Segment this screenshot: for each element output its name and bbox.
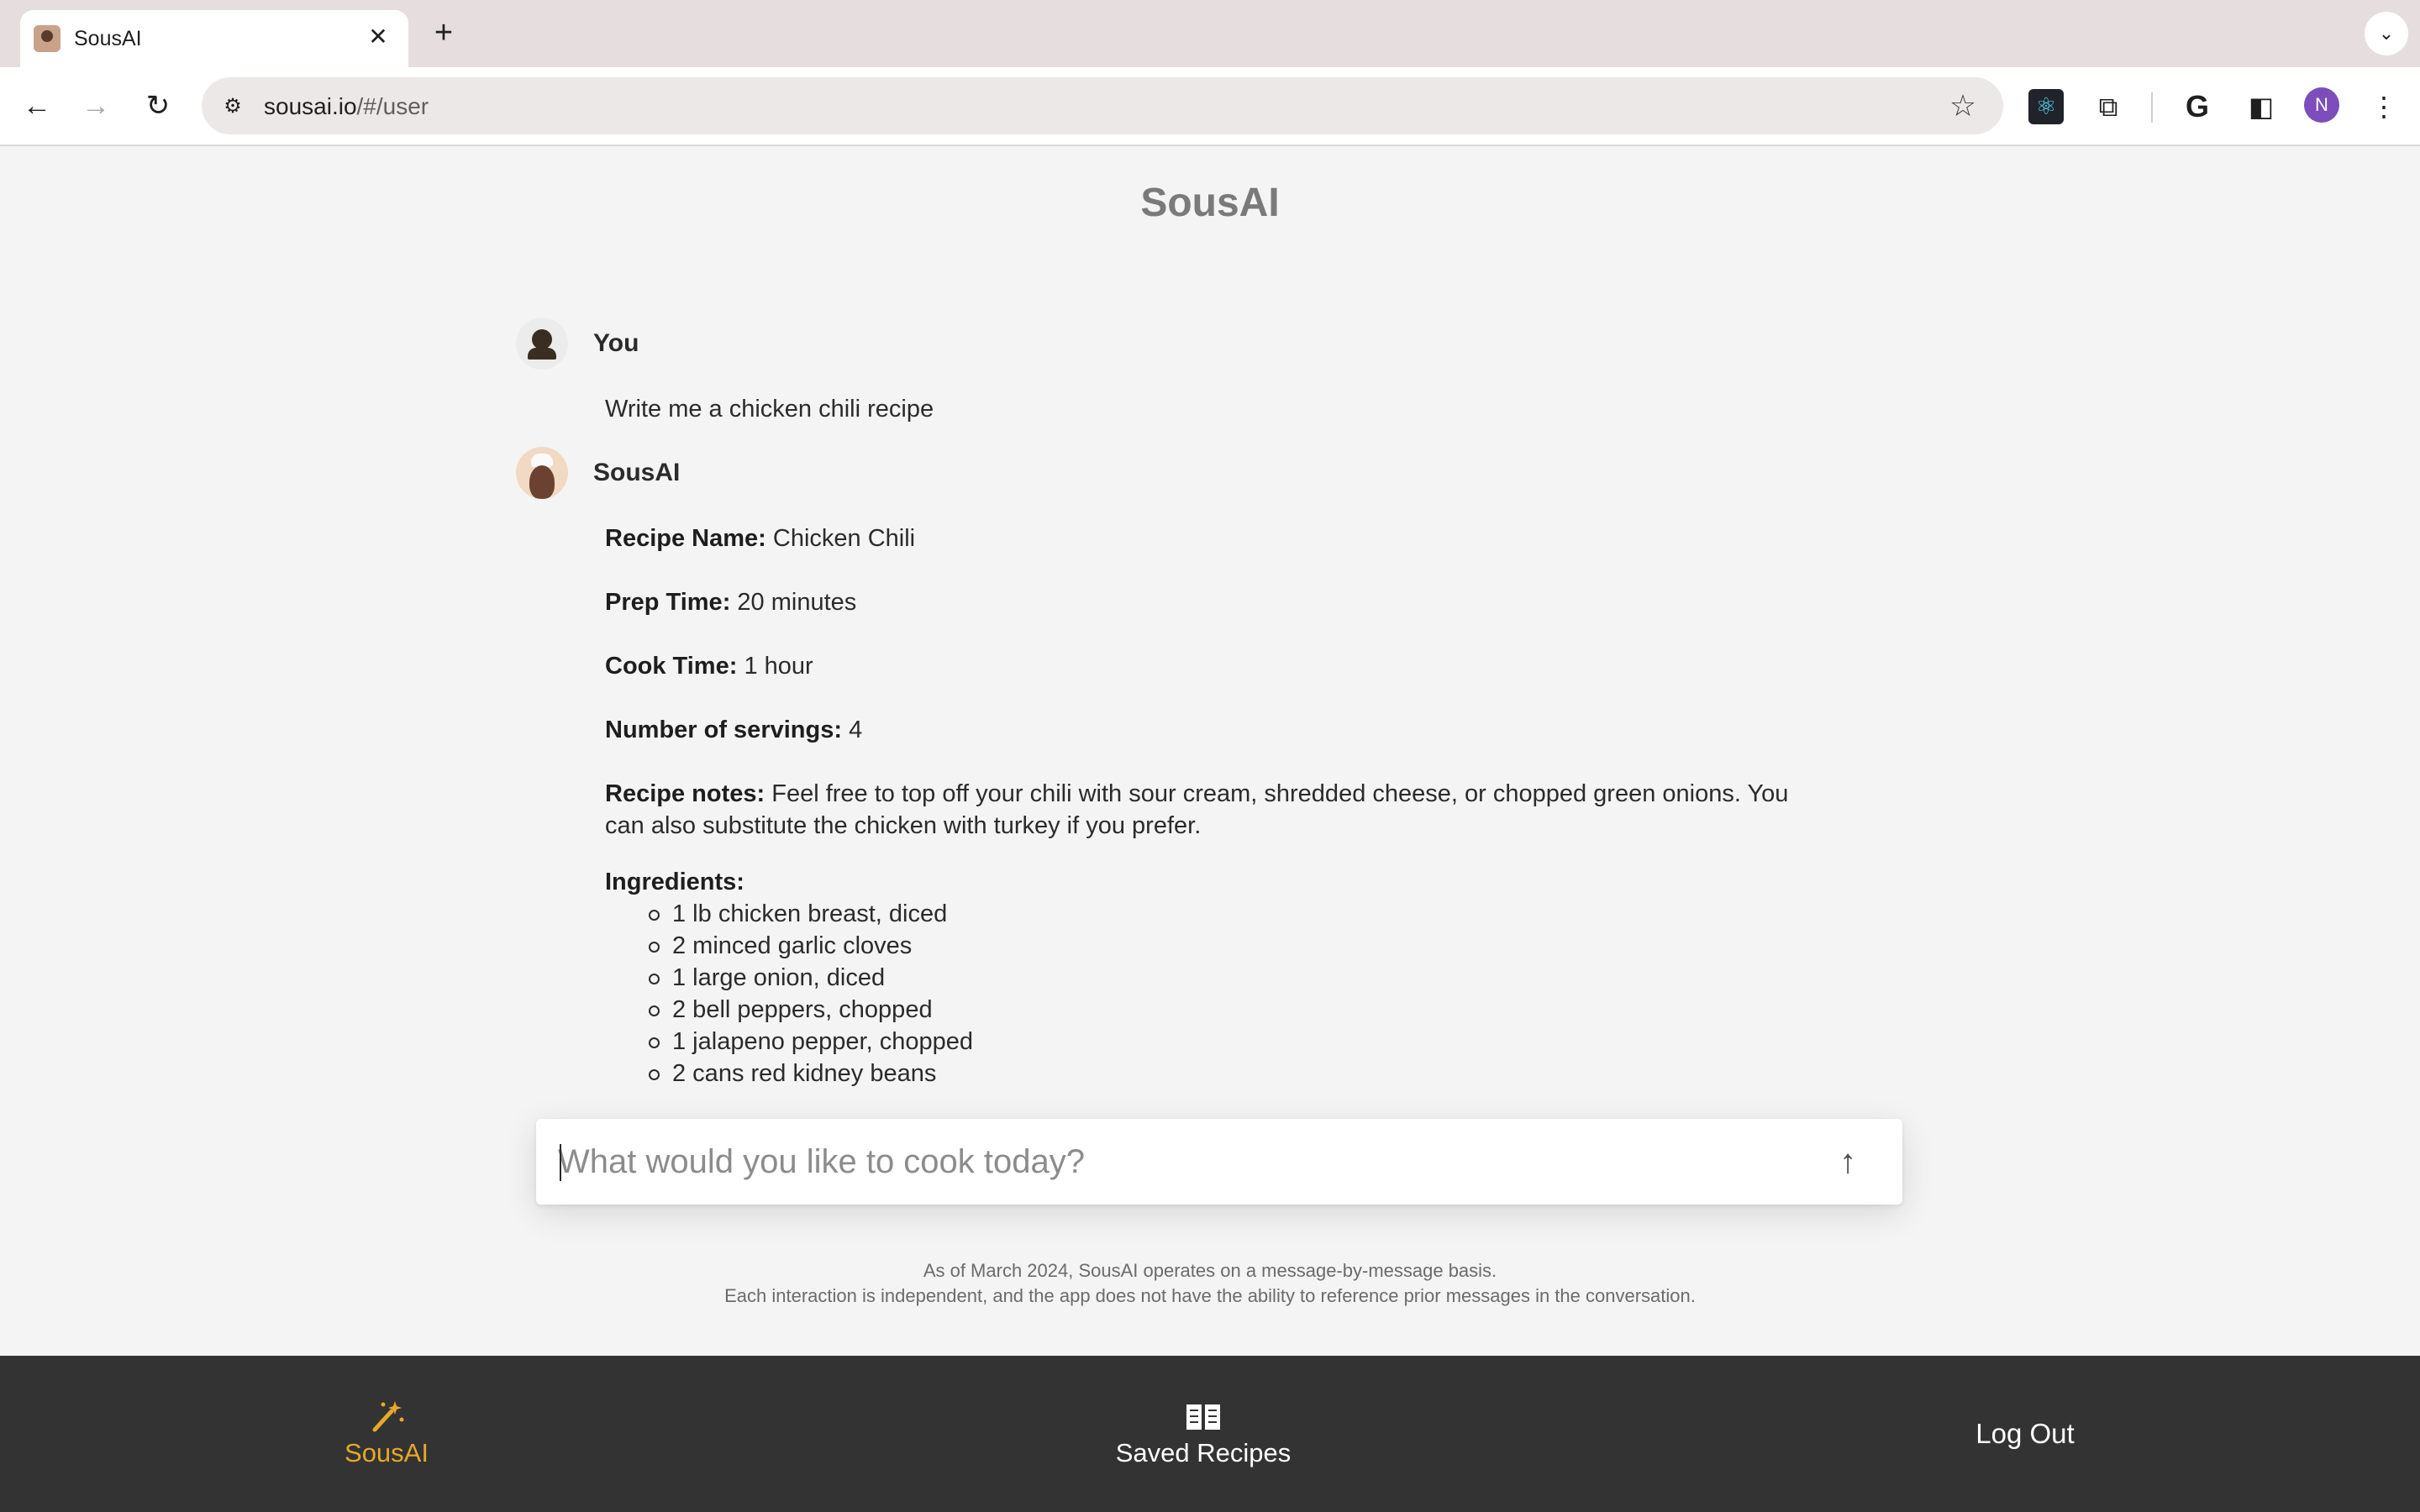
disclaimer-line-2: Each interaction is independent, and the… — [724, 1285, 1696, 1306]
ingredients-heading: Ingredients: — [605, 866, 744, 898]
book-icon — [1186, 1404, 1220, 1430]
servings-line: Number of servings: 4 — [605, 714, 862, 746]
disclaimer: As of March 2024, SousAI operates on a m… — [0, 1258, 2420, 1309]
recipe-notes-label: Recipe notes: — [605, 780, 765, 807]
cook-time-value: 1 hour — [744, 653, 813, 680]
prep-time-value: 20 minutes — [737, 589, 857, 616]
recipe-name-value: Chicken Chili — [772, 525, 916, 552]
address-bar[interactable]: ⚙ sousai.io/#/user ☆ — [202, 77, 2003, 134]
side-panel-icon[interactable]: ◧ — [2244, 89, 2279, 124]
toolbar-divider — [2151, 92, 2153, 123]
cook-time-label: Cook Time: — [605, 653, 738, 680]
favicon-icon — [34, 25, 60, 52]
browser-toolbar: ← → ↻ ⚙ sousai.io/#/user ☆ ⚛ ⧉ G ◧ ⋮ — [0, 67, 2420, 146]
close-tab-icon[interactable]: ✕ — [363, 22, 393, 52]
bookmark-star-icon[interactable]: ☆ — [1946, 89, 1980, 123]
site-info-icon[interactable]: ⚙ — [218, 92, 247, 121]
send-arrow-icon[interactable]: ↑ — [1827, 1141, 1869, 1183]
tab-title: SousAI — [74, 27, 142, 50]
browser-tab-bar: SousAI ✕ + ⌄ — [0, 0, 2420, 67]
assistant-sender-name: SousAI — [593, 459, 681, 486]
browser-tab[interactable]: SousAI ✕ — [20, 10, 408, 67]
more-menu-icon[interactable]: ⋮ — [2366, 89, 2402, 124]
recipe-notes-value: Feel free to top off your chili with sou… — [605, 780, 1789, 839]
disclaimer-line-1: As of March 2024, SousAI operates on a m… — [923, 1260, 1497, 1281]
servings-value: 4 — [849, 717, 863, 743]
forward-icon[interactable]: → — [76, 86, 116, 126]
recipe-name-line: Recipe Name: Chicken Chili — [605, 522, 915, 554]
ingredients-list: 1 lb chicken breast, diced 2 minced garl… — [649, 898, 973, 1089]
list-item: 2 minced garlic cloves — [649, 930, 973, 962]
magic-wand-icon — [372, 1401, 404, 1432]
text-caret — [560, 1144, 561, 1181]
list-item: 2 cans red kidney beans — [649, 1058, 973, 1089]
user-avatar — [516, 318, 568, 370]
prompt-input[interactable] — [558, 1136, 1776, 1188]
nav-item-saved-recipes[interactable]: Saved Recipes — [1069, 1396, 1338, 1468]
user-sender-name: You — [593, 329, 639, 357]
prep-time-line: Prep Time: 20 minutes — [605, 586, 856, 618]
page-title: SousAI — [1140, 181, 1280, 225]
new-tab-icon[interactable]: + — [427, 17, 460, 50]
nav-label-saved-recipes: Saved Recipes — [1115, 1438, 1292, 1467]
list-item: 2 bell peppers, chopped — [649, 994, 973, 1026]
logout-button[interactable]: Log Out — [1891, 1418, 2160, 1450]
google-icon[interactable]: G — [2180, 89, 2215, 124]
recipe-name-label: Recipe Name: — [605, 525, 766, 552]
cook-time-line: Cook Time: 1 hour — [605, 650, 813, 682]
back-icon[interactable]: ← — [17, 86, 57, 126]
react-devtools-icon[interactable]: ⚛ — [2028, 89, 2064, 124]
url-text[interactable]: sousai.io/#/user — [264, 93, 429, 120]
composer: ↑ — [536, 1119, 1902, 1205]
sousai-avatar — [516, 447, 568, 499]
list-item: 1 lb chicken breast, diced — [649, 898, 973, 930]
list-item: 1 jalapeno pepper, chopped — [649, 1026, 973, 1058]
tab-search-icon[interactable]: ⌄ — [2365, 12, 2408, 55]
extensions-icon[interactable]: ⧉ — [2091, 89, 2126, 124]
user-message: Write me a chicken chili recipe — [605, 396, 934, 423]
profile-avatar[interactable]: N — [2304, 87, 2339, 123]
servings-label: Number of servings: — [605, 717, 842, 743]
prep-time-label: Prep Time: — [605, 589, 731, 616]
nav-label-sousai: SousAI — [345, 1438, 429, 1467]
ingredients-label: Ingredients: — [605, 869, 744, 895]
recipe-notes-line: Recipe notes: Feel free to top off your … — [605, 778, 1815, 842]
nav-item-sousai[interactable]: SousAI — [252, 1396, 521, 1468]
list-item: 1 large onion, diced — [649, 962, 973, 994]
reload-icon[interactable]: ↻ — [138, 86, 178, 126]
